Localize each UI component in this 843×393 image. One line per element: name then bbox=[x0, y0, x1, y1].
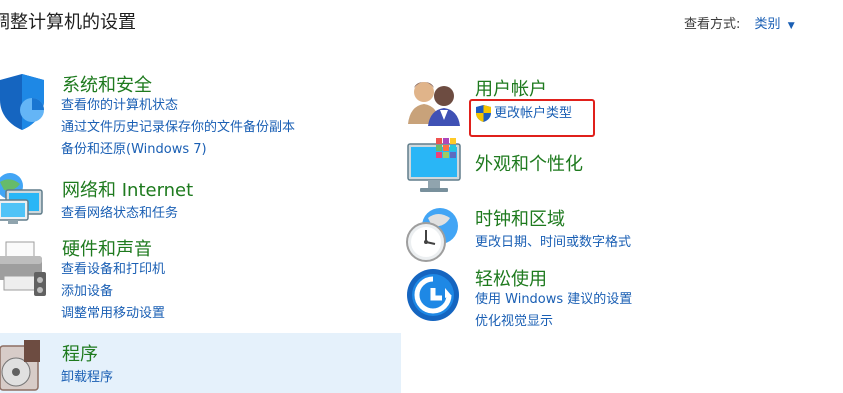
chevron-down-icon[interactable]: ▼ bbox=[788, 21, 795, 31]
category-title-appearance[interactable]: 外观和个性化 bbox=[475, 150, 583, 176]
link-network-status[interactable]: 查看网络状态和任务 bbox=[61, 203, 178, 225]
link-devices-printers[interactable]: 查看设备和打印机 bbox=[61, 259, 165, 281]
view-by: 查看方式: 类别 ▼ bbox=[684, 13, 795, 32]
link-mobility-settings[interactable]: 调整常用移动设置 bbox=[61, 303, 165, 325]
category-title-programs[interactable]: 程序 bbox=[62, 340, 98, 366]
link-view-computer-status[interactable]: 查看你的计算机状态 bbox=[61, 95, 178, 117]
annotation-highlight-box bbox=[469, 99, 595, 137]
category-title-system-security[interactable]: 系统和安全 bbox=[62, 71, 152, 97]
link-windows-recommended-settings[interactable]: 使用 Windows 建议的设置 bbox=[475, 289, 632, 311]
link-add-device[interactable]: 添加设备 bbox=[61, 281, 113, 303]
category-title-hardware-sound[interactable]: 硬件和声音 bbox=[62, 235, 152, 261]
shield-icon bbox=[0, 74, 44, 130]
monitor-icon bbox=[407, 138, 461, 192]
view-by-label: 查看方式: bbox=[684, 17, 741, 32]
view-by-dropdown[interactable]: 类别 bbox=[755, 17, 781, 32]
network-icon bbox=[0, 173, 43, 224]
programs-icon bbox=[0, 340, 40, 391]
link-uninstall-program[interactable]: 卸载程序 bbox=[61, 367, 113, 389]
link-optimize-visual-display[interactable]: 优化视觉显示 bbox=[475, 311, 553, 333]
clock-globe-icon bbox=[406, 208, 458, 262]
users-icon bbox=[408, 82, 460, 126]
link-change-date-time-format[interactable]: 更改日期、时间或数字格式 bbox=[475, 232, 631, 254]
printer-icon bbox=[0, 241, 46, 296]
ease-of-access-icon bbox=[407, 269, 459, 321]
link-backup-restore[interactable]: 备份和还原(Windows 7) bbox=[61, 139, 207, 161]
category-title-user-accounts[interactable]: 用户帐户 bbox=[475, 75, 547, 101]
page-title: 调整计算机的设置 bbox=[0, 12, 136, 33]
category-title-clock-region[interactable]: 时钟和区域 bbox=[475, 205, 565, 231]
link-file-history-backup[interactable]: 通过文件历史记录保存你的文件备份副本 bbox=[61, 117, 295, 139]
category-title-network-internet[interactable]: 网络和 Internet bbox=[62, 176, 193, 202]
category-title-ease-of-access[interactable]: 轻松使用 bbox=[475, 265, 547, 291]
